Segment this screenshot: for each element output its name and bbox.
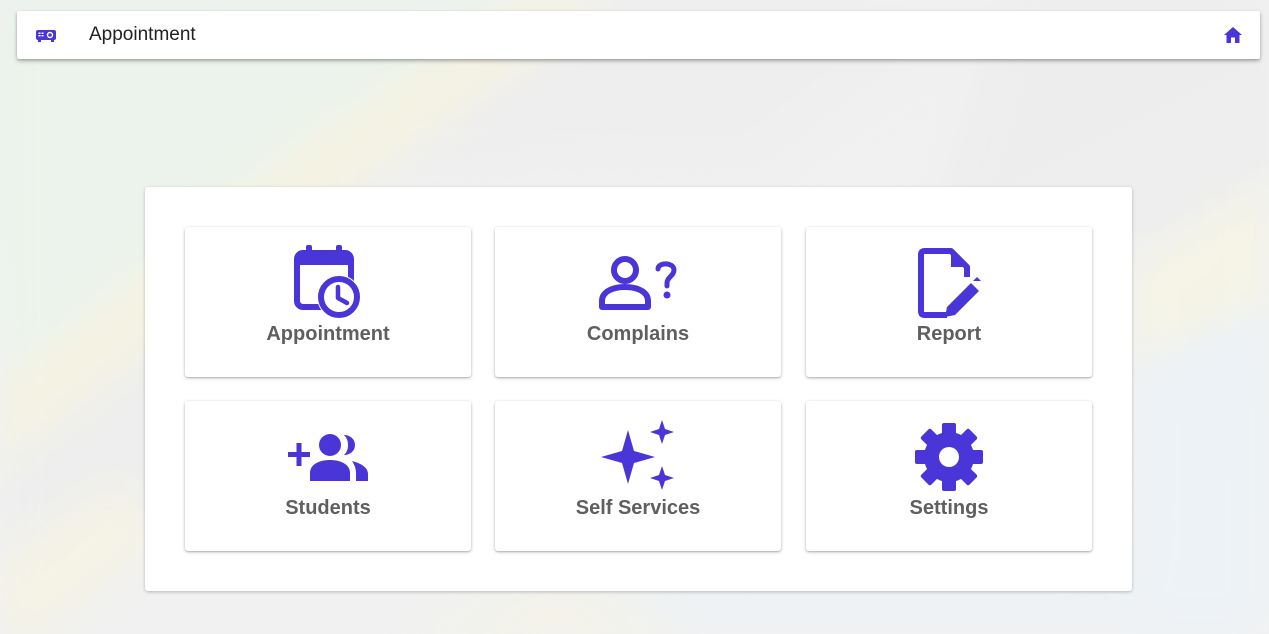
report-tile[interactable]: Report: [806, 227, 1092, 377]
document-edit-icon: [917, 247, 981, 326]
settings-tile[interactable]: Settings: [806, 401, 1092, 551]
top-app-bar: Appointment: [17, 11, 1260, 59]
page-title: Appointment: [89, 24, 196, 45]
students-label: Students: [285, 497, 371, 519]
report-label: Report: [916, 323, 982, 345]
projector-icon: [35, 27, 57, 43]
complains-tile[interactable]: Complains: [495, 227, 781, 377]
group-add-icon: [286, 433, 370, 488]
complains-label: Complains: [586, 323, 690, 345]
menu-panel: Appointment Complains Report Students Se…: [145, 187, 1132, 591]
home-icon[interactable]: [1222, 25, 1244, 45]
calendar-clock-icon: [293, 245, 363, 324]
self-services-label: Self Services: [575, 497, 701, 519]
gear-icon: [915, 423, 983, 496]
appointment-label: Appointment: [266, 323, 390, 345]
students-tile[interactable]: Students: [185, 401, 471, 551]
self-services-tile[interactable]: Self Services: [495, 401, 781, 551]
person-question-icon: [598, 255, 678, 316]
sparkle-icon: [600, 419, 676, 500]
appointment-tile[interactable]: Appointment: [185, 227, 471, 377]
settings-label: Settings: [909, 497, 989, 519]
